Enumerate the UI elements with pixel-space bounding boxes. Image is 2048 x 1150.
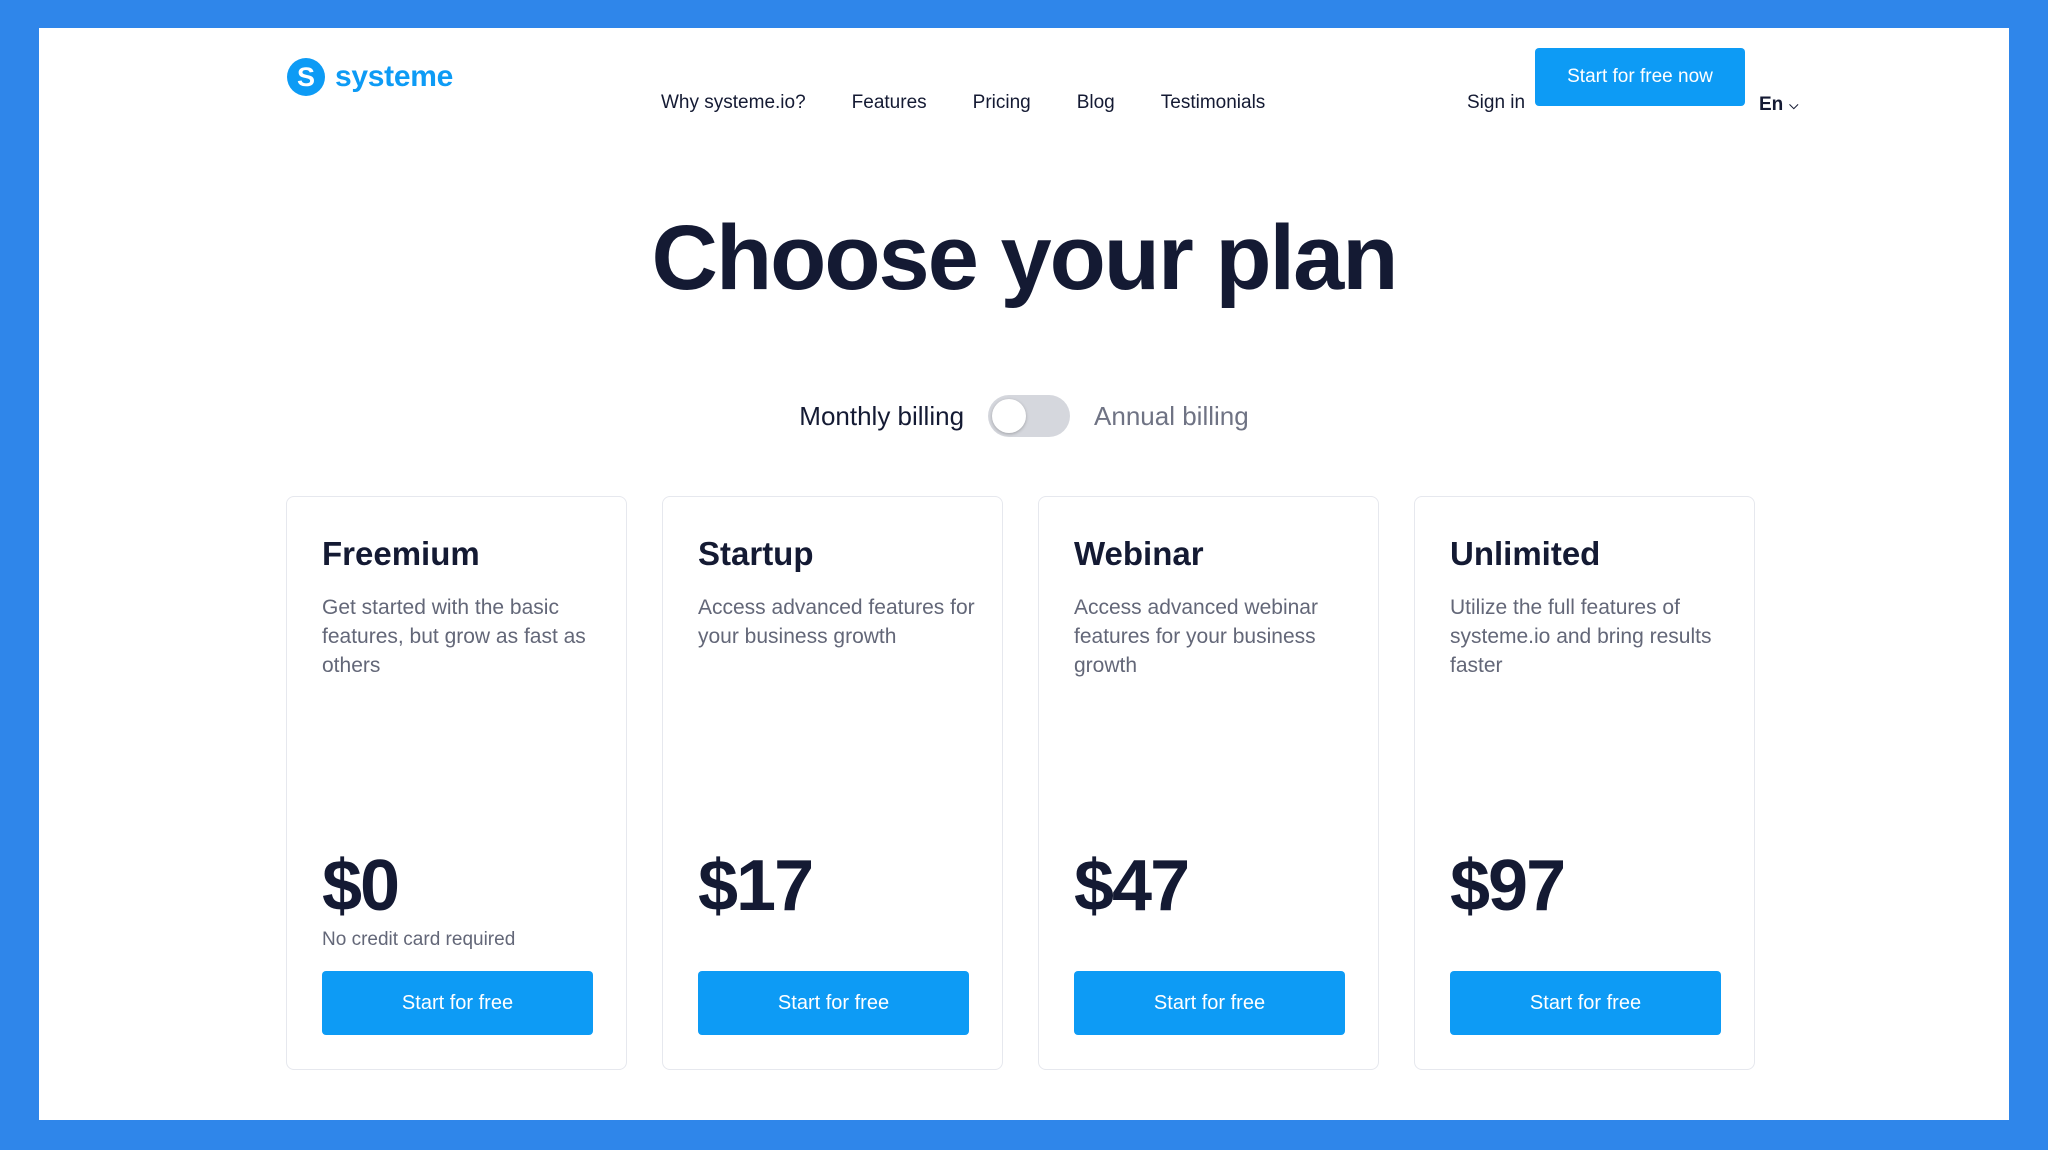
plan-name: Unlimited — [1450, 535, 1601, 572]
plan-price: $97 — [1450, 846, 1566, 926]
plan-description: Utilize the full features of systeme.io … — [1450, 596, 1712, 677]
plan-note: No credit card required — [322, 929, 516, 950]
plan-card-webinar: Webinar Access advanced webinar features… — [1038, 496, 1379, 1070]
plan-name: Freemium — [322, 535, 480, 572]
nav-why-systeme[interactable]: Why systeme.io? — [661, 92, 806, 114]
nav-features[interactable]: Features — [852, 92, 927, 114]
plan-price: $47 — [1074, 846, 1190, 926]
page: S systeme Why systeme.io? Features Prici… — [39, 28, 2009, 1120]
nav-blog[interactable]: Blog — [1077, 92, 1115, 114]
start-free-now-button[interactable]: Start for free now — [1535, 48, 1745, 106]
logo-text: systeme — [335, 60, 453, 93]
main-nav: Why systeme.io? Features Pricing Blog Te… — [661, 92, 1265, 114]
billing-toggle[interactable] — [988, 395, 1071, 437]
plan-card-freemium: Freemium Get started with the basic feat… — [286, 496, 627, 1070]
plan-card-unlimited: Unlimited Utilize the full features of s… — [1414, 496, 1755, 1070]
monthly-billing-label[interactable]: Monthly billing — [799, 401, 964, 432]
logo[interactable]: S systeme — [287, 58, 453, 96]
start-for-free-button[interactable]: Start for free — [698, 971, 969, 1035]
plans-grid: Freemium Get started with the basic feat… — [286, 496, 1755, 1070]
billing-toggle-row: Monthly billing Annual billing — [39, 395, 2009, 437]
start-for-free-button[interactable]: Start for free — [1450, 971, 1721, 1035]
plan-price: $17 — [698, 846, 814, 926]
start-for-free-button[interactable]: Start for free — [1074, 971, 1345, 1035]
language-selector[interactable]: En ⌵ — [1759, 94, 1798, 116]
systeme-logo-icon: S — [287, 58, 325, 96]
page-title: Choose your plan — [651, 207, 1399, 309]
plan-card-startup: Startup Access advanced features for you… — [662, 496, 1003, 1070]
start-for-free-button[interactable]: Start for free — [322, 971, 593, 1035]
plan-description: Get started with the basic features, but… — [322, 596, 586, 677]
site-header: S systeme Why systeme.io? Features Prici… — [39, 28, 2009, 138]
language-label: En — [1759, 94, 1784, 115]
toggle-knob — [992, 399, 1027, 433]
annual-billing-label[interactable]: Annual billing — [1094, 401, 1249, 432]
plan-description: Access advanced webinar features for you… — [1074, 596, 1318, 677]
plan-price: $0 — [322, 846, 400, 926]
plan-name: Webinar — [1074, 535, 1204, 572]
nav-testimonials[interactable]: Testimonials — [1161, 92, 1266, 114]
nav-pricing[interactable]: Pricing — [973, 92, 1031, 114]
chevron-down-icon: ⌵ — [1789, 97, 1799, 112]
sign-in-link[interactable]: Sign in — [1467, 92, 1525, 114]
plan-name: Startup — [698, 535, 814, 572]
plan-description: Access advanced features for your busine… — [698, 596, 975, 648]
